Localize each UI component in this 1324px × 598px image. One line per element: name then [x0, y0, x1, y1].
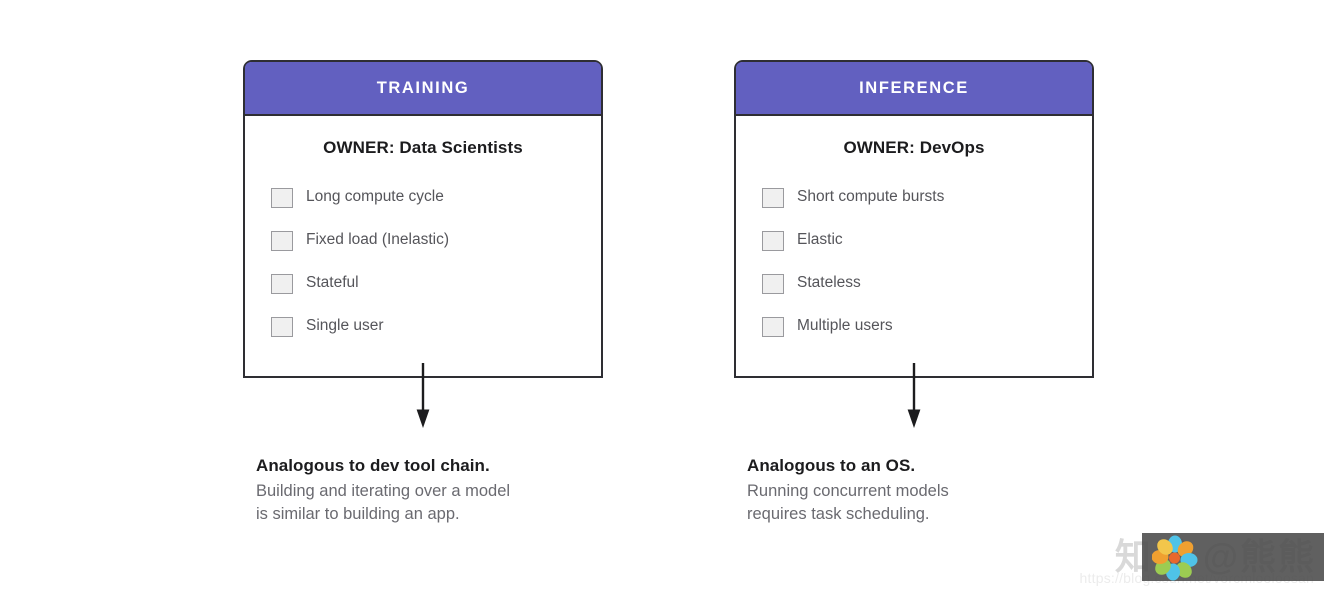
column-inference: INFERENCE OWNER: DevOps Short compute bu…	[734, 0, 1094, 598]
card-training: TRAINING OWNER: Data Scientists Long com…	[243, 60, 603, 378]
caption-inference: Analogous to an OS. Running concurrent m…	[747, 455, 1097, 527]
checklist-training: Long compute cycle Fixed load (Inelastic…	[245, 176, 601, 348]
list-item[interactable]: Long compute cycle	[271, 176, 601, 219]
caption-text: Running concurrent models requires task …	[747, 480, 1097, 527]
caption-text-line-2: requires task scheduling.	[747, 505, 930, 524]
card-owner-label: OWNER: DevOps	[843, 138, 985, 157]
caption-title: Analogous to an OS.	[747, 456, 916, 475]
down-arrow-icon	[416, 363, 430, 429]
checklist-item-label: Multiple users	[797, 317, 893, 335]
card-body-training: OWNER: Data Scientists Long compute cycl…	[245, 116, 601, 376]
list-item[interactable]: Short compute bursts	[762, 176, 1092, 219]
checklist-item-label: Elastic	[797, 231, 843, 249]
column-training: TRAINING OWNER: Data Scientists Long com…	[243, 0, 603, 598]
checklist-item-label: Short compute bursts	[797, 188, 945, 206]
checkbox-icon[interactable]	[762, 316, 784, 337]
card-header-inference: INFERENCE	[736, 62, 1092, 116]
checkbox-icon[interactable]	[271, 273, 293, 294]
checklist-item-label: Stateful	[306, 274, 359, 292]
checklist-item-label: Single user	[306, 317, 384, 335]
card-header-training: TRAINING	[245, 62, 601, 116]
checkbox-icon[interactable]	[762, 187, 784, 208]
checkbox-icon[interactable]	[762, 273, 784, 294]
checkbox-icon[interactable]	[271, 316, 293, 337]
flower-logo-icon	[1151, 535, 1198, 581]
card-body-inference: OWNER: DevOps Short compute bursts Elast…	[736, 116, 1092, 376]
checklist-item-label: Fixed load (Inelastic)	[306, 231, 450, 249]
card-inference: INFERENCE OWNER: DevOps Short compute bu…	[734, 60, 1094, 378]
list-item[interactable]: Stateful	[271, 262, 601, 305]
caption-text: Building and iterating over a model is s…	[256, 480, 606, 527]
card-header-title: INFERENCE	[859, 78, 969, 97]
down-arrow-icon	[907, 363, 921, 429]
caption-title: Analogous to dev tool chain.	[256, 456, 490, 475]
caption-training: Analogous to dev tool chain. Building an…	[256, 455, 606, 527]
checkbox-icon[interactable]	[762, 230, 784, 251]
diagram-canvas: TRAINING OWNER: Data Scientists Long com…	[0, 0, 1324, 598]
list-item[interactable]: Elastic	[762, 219, 1092, 262]
caption-text-line-1: Running concurrent models	[747, 481, 949, 500]
caption-text-line-1: Building and iterating over a model	[256, 481, 511, 500]
checklist-item-label: Stateless	[797, 274, 861, 292]
card-owner-label: OWNER: Data Scientists	[323, 138, 523, 157]
list-item[interactable]: Multiple users	[762, 305, 1092, 348]
checkbox-icon[interactable]	[271, 187, 293, 208]
list-item[interactable]: Fixed load (Inelastic)	[271, 219, 601, 262]
checklist-item-label: Long compute cycle	[306, 188, 444, 206]
checkbox-icon[interactable]	[271, 230, 293, 251]
card-header-title: TRAINING	[376, 78, 470, 97]
list-item[interactable]: Single user	[271, 305, 601, 348]
checklist-inference: Short compute bursts Elastic Stateless M…	[736, 176, 1092, 348]
caption-text-line-2: is similar to building an app.	[256, 505, 460, 524]
list-item[interactable]: Stateless	[762, 262, 1092, 305]
